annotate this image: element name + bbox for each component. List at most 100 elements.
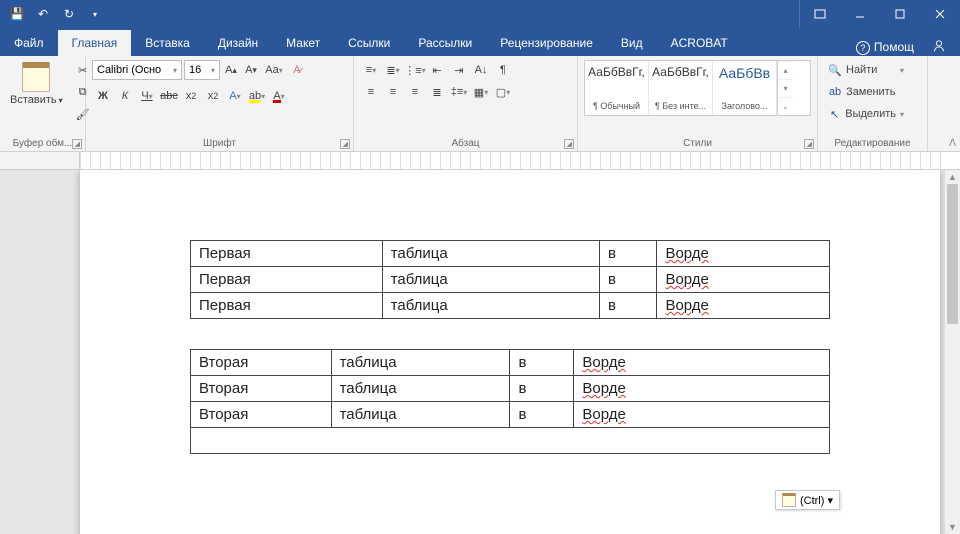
font-launcher-icon[interactable]: ◢: [340, 139, 350, 149]
qat-customize-icon[interactable]: ▾: [88, 7, 102, 21]
tab-references[interactable]: Ссылки: [334, 30, 404, 56]
redo-icon[interactable]: ↻: [62, 7, 76, 21]
styles-launcher-icon[interactable]: ◢: [804, 139, 814, 149]
share-button[interactable]: [932, 39, 946, 56]
cell[interactable]: Ворде: [657, 241, 830, 267]
select-button[interactable]: ↖Выделить▾: [824, 104, 908, 124]
tab-view[interactable]: Вид: [607, 30, 657, 56]
replace-button[interactable]: abЗаменить: [824, 82, 908, 102]
underline-button[interactable]: Ч▾: [136, 86, 158, 106]
tab-design[interactable]: Дизайн: [204, 30, 272, 56]
increase-indent-button[interactable]: ⇥: [448, 60, 470, 80]
table-row[interactable]: Вторая таблица в Ворде: [191, 350, 830, 376]
table-row[interactable]: Первая таблица в Ворде: [191, 241, 830, 267]
shading-button[interactable]: ▦▾: [470, 82, 492, 102]
cell[interactable]: в: [510, 350, 574, 376]
strikethrough-button[interactable]: abc: [158, 86, 180, 106]
style-no-spacing[interactable]: АаБбВвГг,¶ Без инте...: [649, 61, 713, 115]
tab-acrobat[interactable]: ACROBAT: [657, 30, 742, 56]
cell[interactable]: Ворде: [657, 267, 830, 293]
cell[interactable]: таблица: [331, 376, 510, 402]
align-right-button[interactable]: ≡: [404, 82, 426, 102]
cell[interactable]: Вторая: [191, 402, 332, 428]
show-marks-button[interactable]: ¶: [492, 60, 514, 80]
cell[interactable]: Вторая: [191, 350, 332, 376]
paste-button[interactable]: Вставить▾: [6, 60, 67, 108]
find-button[interactable]: 🔍Найти▾: [824, 60, 908, 80]
cell[interactable]: таблица: [331, 350, 510, 376]
italic-button[interactable]: К: [114, 86, 136, 106]
clear-formatting-button[interactable]: A̷: [288, 60, 306, 80]
cell[interactable]: таблица: [382, 267, 599, 293]
multilevel-list-button[interactable]: ⋮≡▾: [404, 60, 426, 80]
table-row[interactable]: [191, 428, 830, 454]
grow-font-button[interactable]: A▴: [222, 60, 240, 80]
tab-insert[interactable]: Вставка: [131, 30, 204, 56]
maximize-button[interactable]: [880, 0, 920, 28]
highlight-button[interactable]: ab▾: [246, 86, 268, 106]
table-row[interactable]: Первая таблица в Ворде: [191, 293, 830, 319]
undo-icon[interactable]: ↶: [36, 7, 50, 21]
page[interactable]: Первая таблица в Ворде Первая таблица в …: [80, 170, 940, 534]
cell[interactable]: в: [510, 402, 574, 428]
change-case-button[interactable]: Aa▾: [262, 60, 286, 80]
paragraph-launcher-icon[interactable]: ◢: [564, 139, 574, 149]
cell[interactable]: Ворде: [657, 293, 830, 319]
cell[interactable]: Ворде: [574, 350, 830, 376]
save-icon[interactable]: 💾: [10, 7, 24, 21]
cell[interactable]: в: [510, 376, 574, 402]
numbering-button[interactable]: ≣▾: [382, 60, 404, 80]
bullets-button[interactable]: ≡▾: [360, 60, 382, 80]
cell[interactable]: таблица: [382, 241, 599, 267]
vertical-scrollbar[interactable]: ▲ ▼: [944, 170, 960, 534]
text-effects-button[interactable]: A▾: [224, 86, 246, 106]
justify-button[interactable]: ≣: [426, 82, 448, 102]
line-spacing-button[interactable]: ‡≡▾: [448, 82, 470, 102]
cell[interactable]: таблица: [331, 402, 510, 428]
table-row[interactable]: Вторая таблица в Ворде: [191, 376, 830, 402]
decrease-indent-button[interactable]: ⇤: [426, 60, 448, 80]
scroll-up-icon[interactable]: ▲: [945, 170, 960, 184]
cell[interactable]: Ворде: [574, 402, 830, 428]
style-gallery-more[interactable]: ▴▾⌄: [777, 61, 793, 115]
collapse-ribbon-icon[interactable]: ᐱ: [949, 138, 956, 149]
align-left-button[interactable]: ≡: [360, 82, 382, 102]
cell[interactable]: Первая: [191, 267, 383, 293]
cell[interactable]: Первая: [191, 293, 383, 319]
font-name-combo[interactable]: Calibri (Осно▾: [92, 60, 182, 80]
cell[interactable]: Первая: [191, 241, 383, 267]
cell[interactable]: в: [599, 293, 657, 319]
cell[interactable]: Вторая: [191, 376, 332, 402]
subscript-button[interactable]: x2: [180, 86, 202, 106]
style-heading1[interactable]: АаБбВвЗаголово...: [713, 61, 777, 115]
sort-button[interactable]: A↓: [470, 60, 492, 80]
tab-mailings[interactable]: Рассылки: [404, 30, 486, 56]
tab-home[interactable]: Главная: [58, 30, 132, 56]
table-2[interactable]: Вторая таблица в Ворде Вторая таблица в …: [190, 349, 830, 454]
cell[interactable]: Ворде: [574, 376, 830, 402]
cell[interactable]: в: [599, 267, 657, 293]
ribbon-display-options-icon[interactable]: [800, 0, 840, 28]
scroll-thumb[interactable]: [947, 184, 958, 324]
tell-me-button[interactable]: ?Помощ: [856, 40, 914, 55]
cell[interactable]: в: [599, 241, 657, 267]
table-1[interactable]: Первая таблица в Ворде Первая таблица в …: [190, 240, 830, 319]
clipboard-launcher-icon[interactable]: ◢: [72, 139, 82, 149]
table-row[interactable]: Вторая таблица в Ворде: [191, 402, 830, 428]
tab-review[interactable]: Рецензирование: [486, 30, 607, 56]
font-size-combo[interactable]: 16▾: [184, 60, 220, 80]
paste-options-button[interactable]: (Ctrl) ▾: [775, 490, 840, 510]
document-content[interactable]: Первая таблица в Ворде Первая таблица в …: [80, 170, 940, 474]
bold-button[interactable]: Ж: [92, 86, 114, 106]
scroll-down-icon[interactable]: ▼: [945, 520, 960, 534]
cell[interactable]: [191, 428, 830, 454]
cell[interactable]: таблица: [382, 293, 599, 319]
table-row[interactable]: Первая таблица в Ворде: [191, 267, 830, 293]
align-center-button[interactable]: ≡: [382, 82, 404, 102]
style-normal[interactable]: АаБбВвГг,¶ Обычный: [585, 61, 649, 115]
borders-button[interactable]: ▢▾: [492, 82, 514, 102]
close-button[interactable]: [920, 0, 960, 28]
minimize-button[interactable]: [840, 0, 880, 28]
tab-layout[interactable]: Макет: [272, 30, 334, 56]
tab-file[interactable]: Файл: [0, 30, 58, 56]
